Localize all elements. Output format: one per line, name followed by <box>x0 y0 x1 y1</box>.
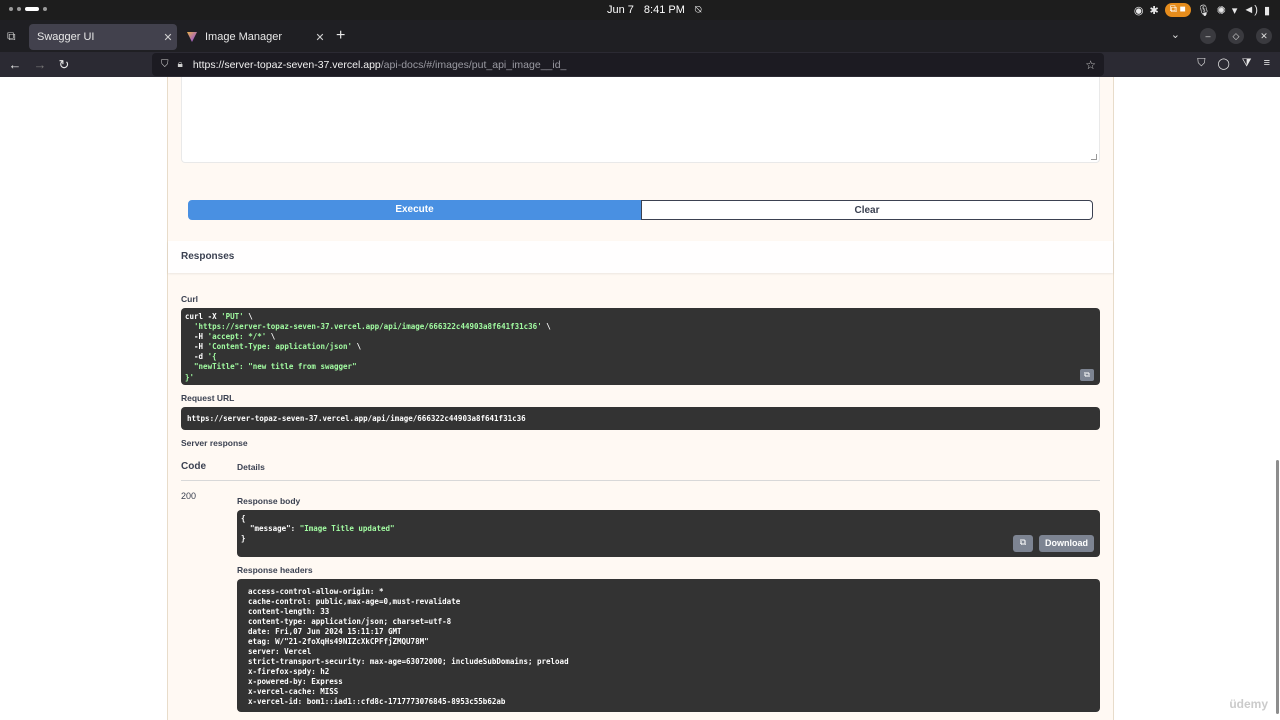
resize-handle[interactable] <box>1091 154 1097 160</box>
account-icon[interactable]: ◯ <box>1217 57 1229 70</box>
request-url-value: https://server-topaz-seven-37.vercel.app… <box>181 407 1100 430</box>
response-headers-label: Response headers <box>237 565 313 575</box>
tab-image-manager[interactable]: Image Manager ✕ <box>181 24 329 50</box>
header-line: etag: W/"21-2foXqHs49NIZcXkCPFfjZMQU78M" <box>248 637 429 646</box>
header-line: date: Fri,07 Jun 2024 15:11:17 GMT <box>248 627 402 636</box>
header-line: content-length: 33 <box>248 607 330 616</box>
download-button[interactable]: Download <box>1039 535 1094 552</box>
shield-icon[interactable]: ⛉ <box>161 59 169 70</box>
tab-title: Image Manager <box>205 31 283 43</box>
header-line: x-powered-by: Express <box>248 677 343 686</box>
header-line: strict-transport-security: max-age=63072… <box>248 657 569 666</box>
browser-tab-strip: ⧉ Swagger UI ✕ Image Manager ✕ + ⌄ – ◇ ✕ <box>0 20 1280 52</box>
brightness-icon: ✺ <box>1216 4 1226 17</box>
system-tray[interactable]: ◉ ✱ ⧉ ■ 🎙 ✺ ▾ ◄) ▮ <box>1134 3 1270 17</box>
address-bar[interactable]: ⛉ 🔒︎ https://server-topaz-seven-37.verce… <box>152 53 1104 76</box>
menu-hamburger-icon[interactable]: ≡ <box>1264 57 1270 70</box>
response-headers-block[interactable]: access-control-allow-origin: * cache-con… <box>237 579 1100 712</box>
os-top-bar: Jun 7 8:41 PM ⍉ ◉ ✱ ⧉ ■ 🎙 ✺ ▾ ◄) ▮ <box>0 0 1280 20</box>
request-url-label: Request URL <box>181 393 235 403</box>
url-text[interactable]: https://server-topaz-seven-37.vercel.app… <box>193 59 567 71</box>
response-body-block[interactable]: { "message": "Image Title updated" } ⧉ D… <box>237 510 1100 557</box>
app-indicator-icon: ◉ <box>1133 4 1144 17</box>
copy-to-clipboard-icon[interactable]: ⧉ <box>1013 535 1033 552</box>
tab-title: Swagger UI <box>37 31 95 43</box>
curl-code: curl -X 'PUT' \ 'https://server-topaz-se… <box>185 312 551 382</box>
extensions-icon[interactable]: ⧩ <box>1242 57 1252 70</box>
header-line: content-type: application/json; charset=… <box>248 617 452 626</box>
chevron-down-icon[interactable]: ⌄ <box>1171 28 1180 41</box>
do-not-disturb-icon: ⍉ <box>694 4 702 16</box>
status-code: 200 <box>181 491 197 501</box>
curl-code-block[interactable]: curl -X 'PUT' \ 'https://server-topaz-se… <box>181 308 1100 385</box>
url-host: https://server-topaz-seven-37.vercel.app <box>192 58 381 71</box>
header-line: x-vercel-id: bom1::iad1::cfd8c-171777307… <box>248 697 506 706</box>
volume-icon: ◄) <box>1243 4 1258 16</box>
clear-button[interactable]: Clear <box>641 200 1093 220</box>
os-time: 8:41 PM <box>643 4 685 16</box>
tab-swagger-ui[interactable]: Swagger UI ✕ <box>29 24 177 50</box>
tab-list-icon[interactable]: ⧉ <box>7 29 21 43</box>
close-tab-icon[interactable]: ✕ <box>311 31 329 44</box>
os-clock[interactable]: Jun 7 8:41 PM ⍉ <box>607 4 702 17</box>
page-content: Execute Clear Responses Curl curl -X 'PU… <box>0 77 1280 720</box>
response-table-header: Code Details <box>181 461 1100 481</box>
operation-block-put: Execute Clear Responses Curl curl -X 'PU… <box>167 77 1114 720</box>
udemy-watermark: üdemy <box>1229 697 1268 711</box>
close-window-icon[interactable]: ✕ <box>1256 28 1272 44</box>
curl-label: Curl <box>181 294 198 304</box>
request-body-textarea[interactable] <box>181 77 1100 163</box>
response-body-label: Response body <box>237 496 301 506</box>
back-arrow-icon[interactable]: ← <box>6 56 24 74</box>
header-line: x-firefox-spdy: h2 <box>248 667 330 676</box>
header-line: server: Vercel <box>248 647 312 656</box>
forward-arrow-icon[interactable]: → <box>31 56 49 74</box>
toolbar-icons: ⛉ ◯ ⧩ ≡ <box>1197 57 1270 70</box>
screen-share-badge[interactable]: ⧉ ■ <box>1164 3 1191 17</box>
response-body-code: { "message": "Image Title updated" } <box>241 514 395 543</box>
pocket-icon[interactable]: ⛉ <box>1197 57 1205 70</box>
header-line: access-control-allow-origin: * <box>248 587 384 596</box>
code-column-header: Code <box>181 461 206 472</box>
copy-to-clipboard-icon[interactable]: ⧉ <box>1080 369 1094 381</box>
mic-icon: 🎙 <box>1196 4 1211 17</box>
execute-button[interactable]: Execute <box>188 200 641 220</box>
responses-header: Responses <box>168 241 1113 273</box>
vite-favicon-icon <box>187 32 197 42</box>
close-tab-icon[interactable]: ✕ <box>159 31 177 44</box>
os-date: Jun 7 <box>607 4 634 16</box>
restore-icon[interactable]: ◇ <box>1228 28 1244 44</box>
url-path: /api-docs/#/images/put_api_image__id_ <box>380 58 567 71</box>
minimize-icon[interactable]: – <box>1200 28 1216 44</box>
workspace-indicator[interactable] <box>9 7 47 11</box>
header-line: x-vercel-cache: MISS <box>248 687 339 696</box>
reload-icon[interactable]: ↻ <box>55 56 73 74</box>
page-scrollbar[interactable] <box>1276 460 1279 714</box>
bookmark-star-icon[interactable]: ☆ <box>1085 58 1096 72</box>
wifi-icon: ▾ <box>1231 4 1238 17</box>
browser-nav-bar: ← → ↻ ⛉ 🔒︎ https://server-topaz-seven-37… <box>0 52 1280 77</box>
execute-wrapper: Execute Clear <box>188 200 1093 220</box>
extension-icon: ✱ <box>1149 4 1159 17</box>
responses-title: Responses <box>181 251 235 262</box>
new-tab-icon[interactable]: + <box>336 27 345 45</box>
battery-icon: ▮ <box>1263 4 1270 17</box>
header-line: cache-control: public,max-age=0,must-rev… <box>248 597 461 606</box>
response-actions: ⧉ Download <box>1013 535 1094 552</box>
lock-icon[interactable]: 🔒︎ <box>178 59 183 70</box>
details-column-header: Details <box>237 462 265 472</box>
server-response-label: Server response <box>181 438 248 448</box>
window-controls: – ◇ ✕ <box>1200 28 1272 44</box>
